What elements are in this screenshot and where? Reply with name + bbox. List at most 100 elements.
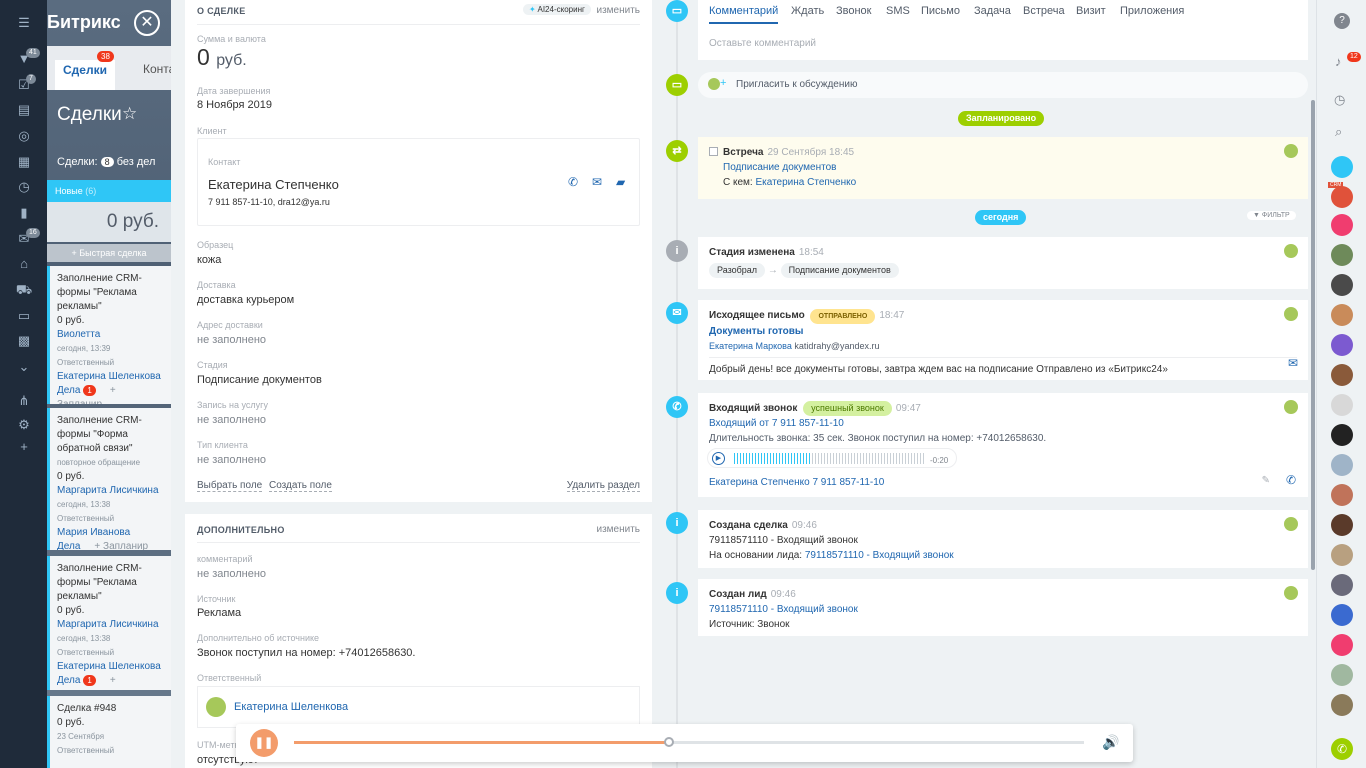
tab-wait[interactable]: Ждать — [791, 5, 824, 17]
search-icon[interactable]: ⌕ — [1335, 124, 1342, 140]
meeting-item[interactable]: Встреча 29 Сентября 18:45 Подписание доку… — [698, 137, 1308, 199]
stage-value[interactable]: Подписание документов — [197, 374, 322, 386]
timer-icon[interactable]: ◷ — [1334, 92, 1345, 108]
contact-name[interactable]: Екатерина Степченко — [208, 177, 339, 192]
store-icon[interactable]: ⌂ — [15, 255, 33, 273]
close-date[interactable]: 8 Ноября 2019 — [197, 99, 272, 111]
quick-deal-button[interactable]: + Быстрая сделка — [47, 244, 171, 262]
address-value[interactable]: не заполнено — [197, 334, 266, 346]
user-avatar[interactable] — [1331, 274, 1353, 296]
chat-icon[interactable]: ▰ — [616, 175, 625, 189]
scrollbar[interactable] — [1311, 100, 1315, 570]
source-more-value[interactable]: Звонок поступил на номер: +74012658630. — [197, 647, 415, 659]
tab-call[interactable]: Звонок — [836, 5, 872, 17]
sitemap-icon[interactable]: ⋔ — [15, 392, 33, 410]
filter-button[interactable]: ▼ ФИЛЬТР — [1247, 211, 1296, 220]
tab-deals[interactable]: Сделки — [55, 60, 115, 90]
kanban-card[interactable]: Заполнение CRM-формы "Реклама рекламы" 0… — [47, 266, 171, 404]
bell-icon[interactable]: ♪ — [1335, 54, 1342, 69]
source-value[interactable]: Реклама — [197, 607, 241, 619]
sample-value[interactable]: кожа — [197, 254, 221, 266]
apps-icon[interactable]: ▩ — [15, 332, 33, 350]
client-type-value[interactable]: не заполнено — [197, 454, 266, 466]
reply-mail-icon[interactable]: ✉ — [1288, 356, 1298, 371]
user-avatar[interactable] — [1331, 664, 1353, 686]
clock-icon[interactable]: ◷ — [15, 178, 33, 196]
tab-task[interactable]: Задача — [974, 5, 1011, 17]
tab-comment[interactable]: Комментарий — [709, 5, 779, 24]
progress-handle[interactable] — [664, 737, 675, 747]
call-item[interactable]: Входящий звонок успешный звонок 09:47 Вхо… — [698, 393, 1308, 497]
tab-visit[interactable]: Визит — [1076, 5, 1106, 17]
user-avatar[interactable] — [1331, 574, 1353, 596]
comment-input[interactable]: Оставьте комментарий — [709, 38, 816, 49]
kanban-card[interactable]: Заполнение CRM-формы "Реклама рекламы" 0… — [47, 556, 171, 690]
user-avatar[interactable] — [1331, 304, 1353, 326]
user-avatar[interactable] — [1331, 214, 1353, 236]
user-avatar[interactable] — [1331, 364, 1353, 386]
kanban-card[interactable]: Заполнение CRM-формы "Форма обратной свя… — [47, 408, 171, 550]
menu-icon[interactable]: ☰ — [15, 14, 33, 32]
choose-field-link[interactable]: Выбрать поле — [197, 480, 263, 492]
user-avatar[interactable] — [1331, 454, 1353, 476]
target-icon[interactable]: ◎ — [15, 127, 33, 145]
delivery-value[interactable]: доставка курьером — [197, 294, 294, 306]
chart-icon[interactable]: ▮ — [15, 204, 33, 222]
tab-sms[interactable]: SMS — [886, 5, 910, 17]
invite-bar[interactable]: + Пригласить к обсуждению — [698, 72, 1308, 98]
play-icon[interactable]: ▶ — [712, 452, 725, 465]
user-avatar[interactable] — [1331, 484, 1353, 506]
meeting-subject[interactable]: Подписание документов — [723, 160, 1297, 175]
chevron-down-icon[interactable]: ⌄ — [15, 358, 33, 376]
kanban-card[interactable]: Сделка #948 0 руб. 23 Сентября Ответстве… — [47, 696, 171, 768]
pin-icon[interactable]: ✎ — [1262, 473, 1270, 488]
ai-scoring-badge[interactable]: ✦ AI24-скоринг — [523, 4, 591, 15]
user-avatar[interactable] — [1331, 634, 1353, 656]
edit-section-link[interactable]: изменить — [596, 524, 640, 535]
user-avatar[interactable] — [1331, 694, 1353, 716]
edit-section-link[interactable]: изменить — [596, 5, 640, 16]
tab-email[interactable]: Письмо — [921, 5, 960, 17]
user-avatar[interactable] — [1331, 424, 1353, 446]
user-avatar[interactable] — [1331, 334, 1353, 356]
close-slider-button[interactable]: ✕ — [134, 10, 160, 36]
pause-button[interactable]: ❚❚ — [250, 729, 278, 757]
call-back-icon[interactable]: ✆ — [1286, 473, 1296, 488]
delete-section-link[interactable]: Удалить раздел — [566, 480, 640, 492]
booking-value[interactable]: не заполнено — [197, 414, 266, 426]
cart-icon[interactable]: ⛟ — [15, 281, 33, 299]
star-icon[interactable]: ☆ — [122, 104, 137, 124]
tab-contacts[interactable]: Конта — [143, 62, 171, 76]
user-avatar[interactable] — [1331, 544, 1353, 566]
user-avatar[interactable] — [1331, 394, 1353, 416]
volume-icon[interactable]: 🔊 — [1102, 734, 1119, 751]
kanban-column-header[interactable]: Новые (6) — [47, 180, 171, 202]
tab-apps[interactable]: Приложения — [1120, 5, 1184, 17]
crm-chat-avatar[interactable] — [1331, 186, 1353, 208]
user-avatar[interactable] — [1331, 244, 1353, 266]
document-icon[interactable]: ▤ — [15, 101, 33, 119]
comment-value[interactable]: не заполнено — [197, 568, 266, 580]
create-field-link[interactable]: Создать поле — [269, 480, 332, 492]
email-item[interactable]: Исходящее письмо ОТПРАВЛЕНО 18:47 Докумен… — [698, 300, 1308, 380]
phone-icon[interactable]: ✆ — [568, 175, 578, 189]
help-icon[interactable]: ? — [1334, 13, 1350, 29]
window-icon[interactable]: ▭ — [15, 307, 33, 325]
responsible-name[interactable]: Екатерина Шеленкова — [234, 701, 348, 713]
gear-icon[interactable]: ⚙ — [15, 416, 33, 434]
mail-icon[interactable]: ✉ — [592, 175, 602, 189]
lead-name[interactable]: 79118571110 - Входящий звонок — [709, 602, 1297, 617]
plus-icon[interactable]: + — [15, 438, 33, 456]
phone-icon[interactable]: ✆ — [1331, 738, 1353, 760]
calendar-icon[interactable]: ▦ — [15, 153, 33, 171]
progress-track[interactable] — [294, 737, 1084, 747]
user-avatar[interactable] — [1331, 514, 1353, 536]
call-from[interactable]: Входящий от 7 911 857-11-10 — [709, 416, 1297, 431]
email-subject[interactable]: Документы готовы — [709, 324, 1297, 339]
deal-sum[interactable]: 0 руб. — [197, 44, 247, 71]
call-contact[interactable]: Екатерина Степченко 7 911 857-11-10 — [709, 475, 884, 490]
complete-checkbox[interactable] — [709, 147, 718, 156]
user-avatar[interactable] — [1331, 604, 1353, 626]
open-lines-icon[interactable] — [1331, 156, 1353, 178]
tab-meeting[interactable]: Встреча — [1023, 5, 1065, 17]
